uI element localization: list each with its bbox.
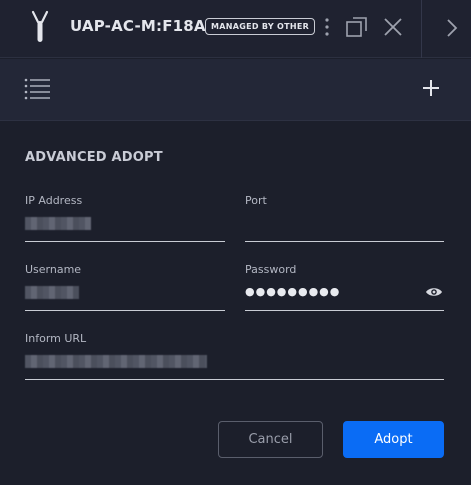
header-divider: [421, 0, 422, 58]
ip-address-label: IP Address: [25, 194, 83, 207]
eye-icon[interactable]: [425, 286, 443, 298]
advanced-adopt-title: ADVANCED ADOPT: [25, 150, 163, 165]
port-label: Port: [245, 194, 267, 207]
chevron-right-icon[interactable]: [445, 17, 459, 39]
username-label: Username: [25, 263, 82, 276]
cancel-button[interactable]: Cancel: [218, 421, 323, 458]
ip-address-field[interactable]: [25, 217, 91, 230]
managed-by-other-badge: MANAGED BY OTHER: [205, 18, 316, 35]
close-icon[interactable]: [382, 16, 404, 38]
adopt-button[interactable]: Adopt: [343, 421, 444, 458]
inform-url-field[interactable]: [25, 355, 207, 368]
username-field[interactable]: [25, 286, 79, 299]
list-icon[interactable]: [24, 78, 51, 100]
port-underline: [245, 241, 444, 242]
port-field[interactable]: [245, 212, 444, 240]
plus-icon[interactable]: [421, 78, 441, 98]
ip-address-underline: [25, 241, 225, 242]
device-name: UAP-AC-M:F18A: [70, 17, 206, 35]
inform-url-label: Inform URL: [25, 332, 87, 345]
toolbar: [0, 59, 471, 121]
vertical-ellipsis-icon[interactable]: [322, 16, 332, 38]
username-underline: [25, 310, 225, 311]
password-field[interactable]: ●●●●●●●●●: [245, 285, 340, 298]
inform-url-underline: [25, 379, 444, 380]
password-underline: [245, 310, 444, 311]
popout-window-icon[interactable]: [345, 15, 369, 39]
password-label: Password: [245, 263, 297, 276]
antenna-device-icon: [31, 10, 49, 42]
